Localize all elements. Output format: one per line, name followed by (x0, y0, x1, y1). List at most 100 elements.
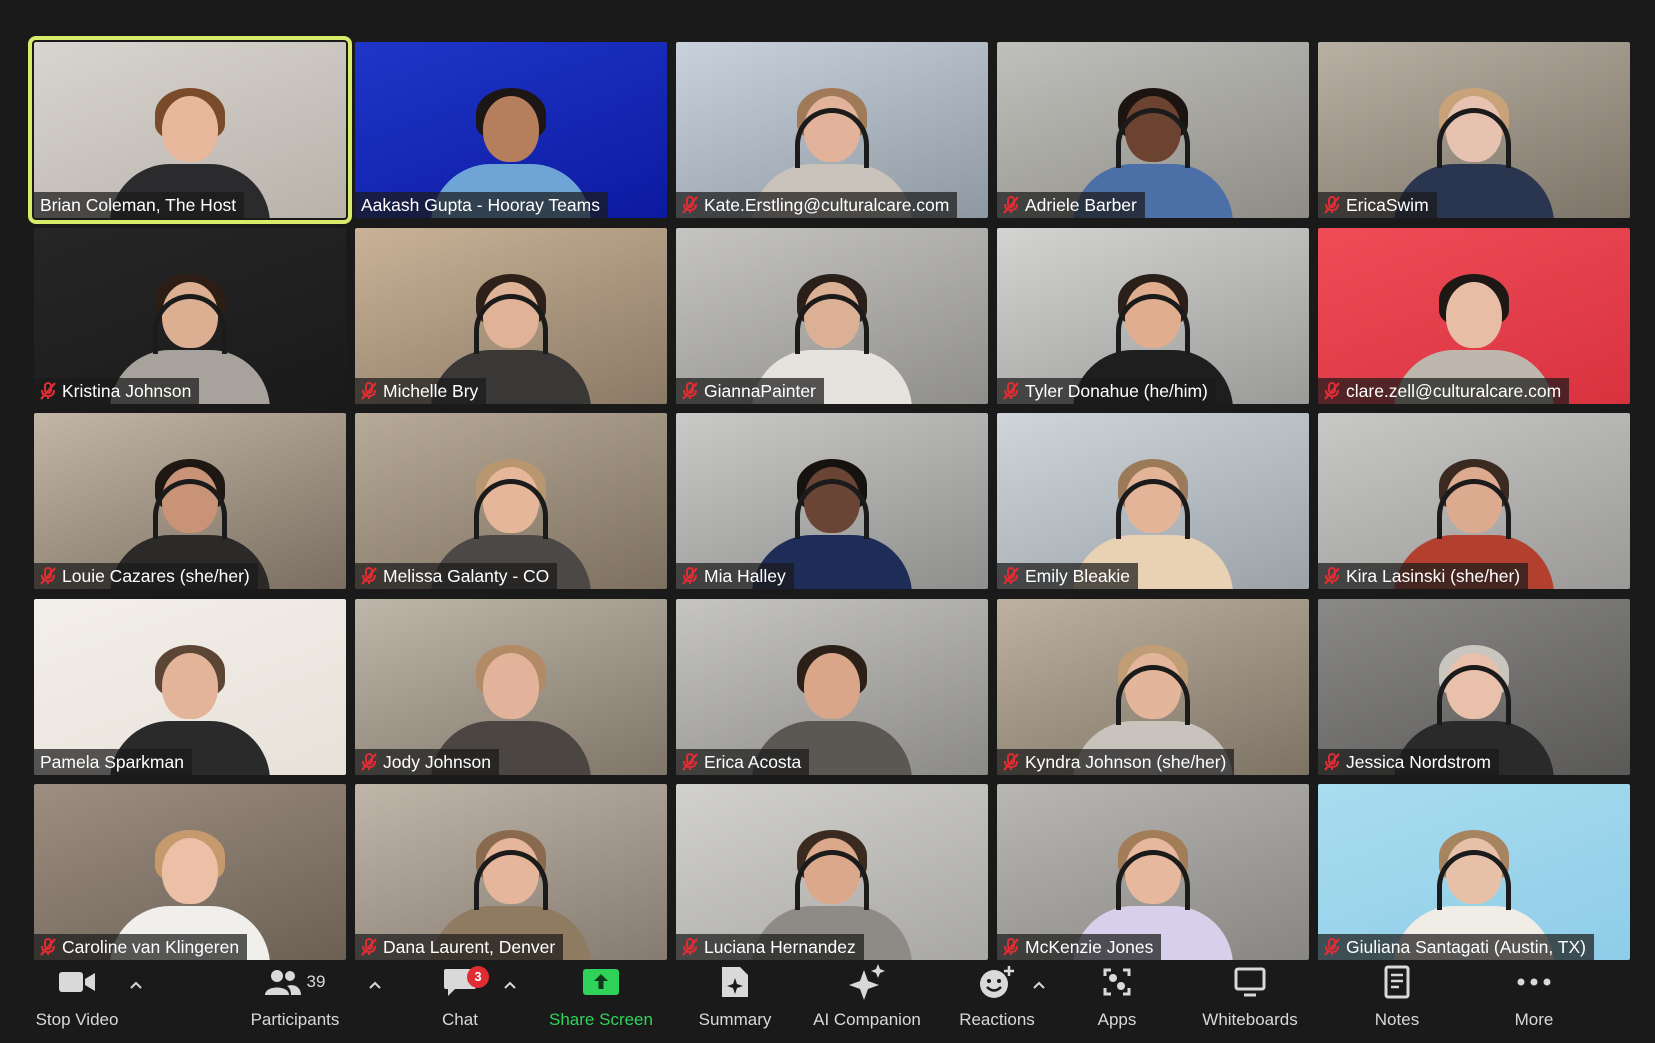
participant-video-tile[interactable]: McKenzie Jones (997, 784, 1309, 960)
reactions-smiley-icon (980, 966, 1014, 998)
participants-icon (264, 970, 301, 995)
participant-name: Jessica Nordstrom (1346, 751, 1491, 772)
participant-name: Jody Johnson (383, 751, 491, 772)
participant-name-label: Kira Lasinski (she/her) (1318, 563, 1529, 589)
participant-name: Emily Bleakie (1025, 566, 1131, 586)
participant-name: McKenzie Jones (1025, 937, 1154, 957)
participant-video-tile[interactable]: Aakash Gupta - Hooray Teams (355, 42, 667, 218)
participant-name-label: Tyler Donahue (he/him) (997, 377, 1216, 404)
microphone-muted-icon (682, 567, 698, 585)
notes-button[interactable]: Notes (1368, 960, 1426, 1043)
participant-video-tile[interactable]: Kristina Johnson (34, 227, 346, 404)
microphone-muted-icon (361, 938, 377, 956)
participant-video-tile[interactable]: Jody Johnson (355, 598, 667, 775)
participant-name-label: Kyndra Johnson (she/her) (997, 748, 1235, 775)
microphone-muted-icon (682, 752, 698, 771)
participant-name: Brian Coleman, The Host (40, 195, 237, 215)
participant-name: Tyler Donahue (he/him) (1025, 380, 1208, 401)
participant-video-tile[interactable]: GiannaPainter (676, 227, 988, 404)
participant-name-label: Dana Laurent, Denver (355, 934, 564, 960)
apps-button[interactable]: Apps (1090, 960, 1144, 1043)
summary-icon (722, 967, 748, 997)
microphone-muted-icon (40, 381, 56, 400)
participant-name-label: Kristina Johnson (34, 377, 200, 404)
microphone-muted-icon (1324, 381, 1340, 400)
participant-name: Pamela Sparkman (40, 751, 184, 772)
participant-name-label: Jessica Nordstrom (1318, 748, 1499, 775)
participant-name: Mia Halley (704, 566, 786, 586)
more-button[interactable]: More (1508, 960, 1560, 1043)
participant-name-label: Melissa Galanty - CO (355, 563, 558, 589)
participant-name: GiannaPainter (704, 380, 816, 401)
participant-name-label: Aakash Gupta - Hooray Teams (355, 192, 608, 218)
participant-video-tile[interactable]: Tyler Donahue (he/him) (997, 227, 1309, 404)
chat-options-caret-icon[interactable] (503, 978, 517, 992)
participant-video-tile[interactable]: Luciana Hernandez (676, 784, 988, 960)
participant-name-label: Jody Johnson (355, 748, 499, 775)
meeting-toolbar: Stop Video 39 Participants 3 Chat Share … (0, 960, 1655, 1043)
summary-button[interactable]: Summary (690, 960, 780, 1043)
participant-name-label: Adriele Barber (997, 192, 1145, 218)
participant-video-tile[interactable]: Jessica Nordstrom (1318, 598, 1630, 775)
participant-video-tile[interactable]: EricaSwim (1318, 42, 1630, 218)
participant-name-label: Giuliana Santagati (Austin, TX) (1318, 934, 1594, 960)
participant-video-tile[interactable]: Melissa Galanty - CO (355, 413, 667, 589)
participant-video-tile[interactable]: Michelle Bry (355, 227, 667, 404)
reactions-options-caret-icon[interactable] (1032, 978, 1046, 992)
microphone-muted-icon (361, 752, 377, 771)
participant-name-label: Emily Bleakie (997, 563, 1139, 589)
microphone-muted-icon (1003, 752, 1019, 771)
participant-video-tile[interactable]: Dana Laurent, Denver (355, 784, 667, 960)
participant-video-tile[interactable]: Kate.Erstling@culturalcare.com (676, 42, 988, 218)
apps-icon (1103, 968, 1131, 996)
whiteboard-icon (1234, 967, 1266, 997)
participant-name-label: Caroline van Klingeren (34, 934, 248, 960)
microphone-muted-icon (1003, 938, 1019, 956)
whiteboards-button[interactable]: Whiteboards (1190, 960, 1310, 1043)
participant-video-tile[interactable]: Emily Bleakie (997, 413, 1309, 589)
participant-video-tile[interactable]: clare.zell@culturalcare.com (1318, 227, 1630, 404)
participant-video-tile[interactable]: Kira Lasinski (she/her) (1318, 413, 1630, 589)
participant-name: Kate.Erstling@culturalcare.com (704, 195, 950, 215)
microphone-muted-icon (1324, 196, 1340, 214)
participant-name-label: Pamela Sparkman (34, 748, 192, 775)
participant-video-tile[interactable]: Giuliana Santagati (Austin, TX) (1318, 784, 1630, 960)
participant-name-label: Louie Cazares (she/her) (34, 563, 258, 589)
participant-name-label: clare.zell@culturalcare.com (1318, 377, 1570, 404)
video-gallery: Brian Coleman, The Host Aakash Gupta - Ho… (28, 36, 1630, 960)
participant-name: Kyndra Johnson (she/her) (1025, 751, 1227, 772)
participant-video-tile[interactable]: Adriele Barber (997, 42, 1309, 218)
participant-name: Luciana Hernandez (704, 937, 856, 957)
participant-name: Louie Cazares (she/her) (62, 566, 250, 586)
microphone-muted-icon (1324, 752, 1340, 771)
participant-video-tile[interactable]: Erica Acosta (676, 598, 988, 775)
ai-companion-button[interactable]: AI Companion (805, 960, 929, 1043)
microphone-muted-icon (682, 938, 698, 956)
chat-button[interactable]: 3 Chat (432, 960, 489, 1043)
participant-video-tile[interactable]: Louie Cazares (she/her) (34, 413, 346, 589)
participant-name: Michelle Bry (383, 380, 479, 401)
microphone-muted-icon (40, 567, 56, 585)
stop-video-button[interactable]: Stop Video (30, 960, 124, 1043)
video-camera-icon (58, 960, 96, 1004)
share-screen-button[interactable]: Share Screen (545, 960, 657, 1043)
microphone-muted-icon (682, 196, 698, 214)
microphone-muted-icon (361, 567, 377, 585)
participant-video-tile[interactable]: Brian Coleman, The Host (28, 36, 352, 224)
participant-name: Kira Lasinski (she/her) (1346, 566, 1521, 586)
notes-icon (1384, 965, 1410, 999)
participant-video-tile[interactable]: Caroline van Klingeren (34, 784, 346, 960)
participant-video-tile[interactable]: Pamela Sparkman (34, 598, 346, 775)
reactions-button[interactable]: Reactions (955, 960, 1039, 1043)
ai-companion-sparkle-icon (849, 964, 885, 1000)
participant-name-label: Luciana Hernandez (676, 934, 864, 960)
participant-name: clare.zell@culturalcare.com (1346, 380, 1562, 401)
participants-button[interactable]: 39 Participants (240, 960, 350, 1043)
participant-name-label: GiannaPainter (676, 377, 824, 404)
microphone-muted-icon (682, 381, 698, 400)
participant-video-tile[interactable]: Kyndra Johnson (she/her) (997, 598, 1309, 775)
participant-video-tile[interactable]: Mia Halley (676, 413, 988, 589)
participant-name: EricaSwim (1346, 195, 1429, 215)
participants-options-caret-icon[interactable] (368, 978, 382, 992)
video-options-caret-icon[interactable] (129, 978, 143, 992)
